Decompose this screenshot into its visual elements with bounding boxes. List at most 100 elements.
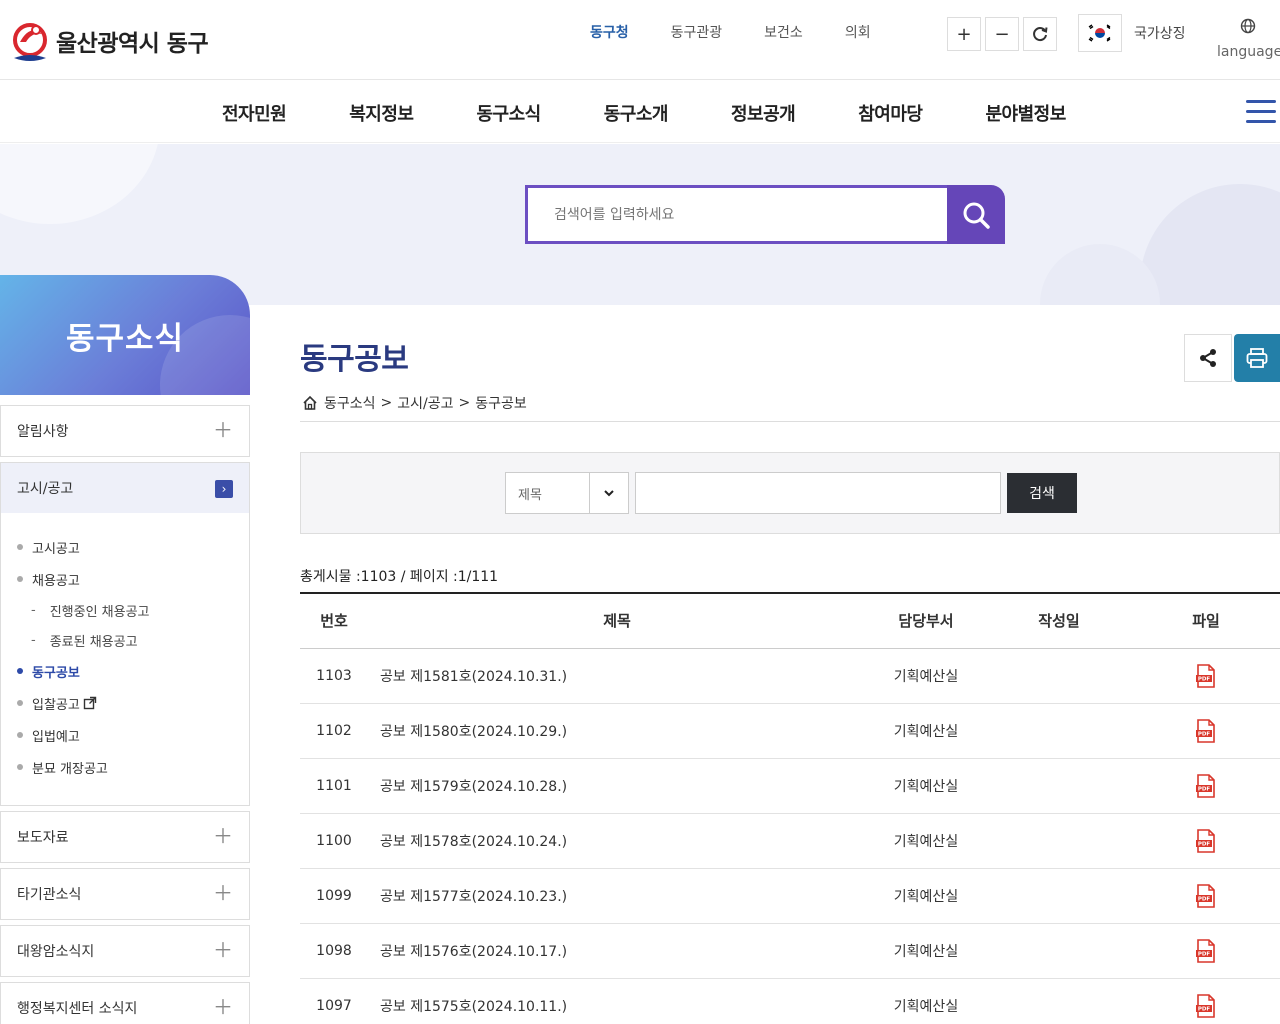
board-search-button[interactable]: 검색: [1007, 473, 1077, 513]
column-header: 파일: [1132, 592, 1280, 649]
sidebar-item-newsletter[interactable]: 대왕암소식지 ＋: [0, 925, 250, 977]
submenu-recruitment-closed[interactable]: - 종료된 채용공고: [1, 625, 249, 655]
cell-number: 1101: [300, 758, 368, 814]
home-icon[interactable]: [302, 395, 318, 411]
gnb-item-field-info[interactable]: 분야별정보: [986, 100, 1067, 126]
sidebar-item-label: 보도자료: [17, 830, 69, 846]
table-row[interactable]: 1098 공보 제1576호(2024.10.17.) 기획예산실 PDF: [300, 923, 1280, 979]
breadcrumb-item[interactable]: 동구소식: [324, 393, 376, 413]
plus-icon: ＋: [213, 881, 233, 905]
pdf-icon[interactable]: PDF: [1195, 663, 1217, 688]
table-row[interactable]: 1099 공보 제1577호(2024.10.23.) 기획예산실 PDF: [300, 868, 1280, 924]
svg-text:PDF: PDF: [1198, 1006, 1211, 1012]
submenu-recruitment-ongoing[interactable]: - 진행중인 채용공고: [1, 595, 249, 625]
post-title-link[interactable]: 공보 제1577호(2024.10.23.): [368, 868, 866, 924]
national-symbol-link[interactable]: 국가상징: [1078, 14, 1186, 52]
submenu-recruitment[interactable]: 채용공고: [1, 563, 249, 595]
gnb-item-participation[interactable]: 참여마당: [858, 100, 923, 126]
post-title-link[interactable]: 공보 제1579호(2024.10.28.): [368, 758, 866, 814]
search-button[interactable]: [947, 185, 1005, 244]
sidebar-item-label: 대왕암소식지: [17, 944, 95, 960]
refresh-icon: [1033, 27, 1048, 42]
gnb-item-civil-service[interactable]: 전자민원: [222, 100, 287, 126]
sidebar-item-label: 고시/공고: [17, 481, 74, 497]
cell-number: 1098: [300, 923, 368, 979]
sidebar-group-announcements: 고시/공고 › 고시공고 채용공고 - 진행중인 채용공고 - 종료된 채용공고 동…: [0, 462, 250, 806]
chevron-right-icon: ›: [215, 480, 233, 498]
table-row[interactable]: 1103 공보 제1581호(2024.10.31.) 기획예산실 PDF: [300, 648, 1280, 704]
pdf-icon[interactable]: PDF: [1195, 883, 1217, 908]
pdf-icon[interactable]: PDF: [1195, 773, 1217, 798]
zoom-reset-button[interactable]: [1023, 17, 1057, 51]
submenu-legislation[interactable]: 입법예고: [1, 719, 249, 751]
table-row[interactable]: 1100 공보 제1578호(2024.10.24.) 기획예산실 PDF: [300, 813, 1280, 869]
globe-icon: [1240, 18, 1256, 34]
sidebar-item-press[interactable]: 보도자료 ＋: [0, 811, 250, 863]
svg-text:PDF: PDF: [1198, 951, 1211, 957]
chevron-down-icon: [588, 473, 628, 513]
sidebar-item-notices[interactable]: 알림사항 ＋: [0, 405, 250, 457]
top-link-council[interactable]: 의회: [845, 22, 871, 42]
sidebar-title: 동구소식: [65, 321, 185, 357]
gnb-item-information[interactable]: 정보공개: [731, 100, 796, 126]
cell-date: [986, 813, 1132, 869]
hamburger-icon[interactable]: [1246, 100, 1276, 130]
share-button[interactable]: [1184, 334, 1232, 382]
print-button[interactable]: [1234, 334, 1280, 382]
main-navigation: 전자민원 복지정보 동구소식 동구소개 정보공개 참여마당 분야별정보: [0, 80, 1280, 143]
sidebar-item-label: 알림사항: [17, 424, 69, 440]
submenu-bid-notice[interactable]: 입찰공고: [1, 687, 249, 719]
select-value: 제목: [518, 487, 542, 503]
flag-icon: [1078, 14, 1122, 52]
table-row[interactable]: 1101 공보 제1579호(2024.10.28.) 기획예산실 PDF: [300, 758, 1280, 814]
post-title-link[interactable]: 공보 제1576호(2024.10.17.): [368, 923, 866, 979]
pdf-icon[interactable]: PDF: [1195, 828, 1217, 853]
logo-text: 울산광역시 동구: [56, 31, 209, 57]
column-header: 작성일: [986, 592, 1132, 649]
search-field-select[interactable]: 제목: [505, 472, 629, 514]
sidebar-item-announcements[interactable]: 고시/공고 ›: [1, 463, 249, 513]
submenu-gazette[interactable]: 동구공보: [1, 655, 249, 687]
search-input[interactable]: [525, 185, 947, 244]
column-header: 제목: [368, 592, 866, 649]
search-icon: [963, 202, 990, 229]
language-selector[interactable]: language: [1217, 18, 1280, 60]
top-link-tourism[interactable]: 동구관광: [671, 22, 723, 42]
cell-number: 1100: [300, 813, 368, 869]
top-link-district-office[interactable]: 동구청: [590, 22, 629, 42]
svg-text:PDF: PDF: [1198, 676, 1211, 682]
top-link-health-center[interactable]: 보건소: [764, 22, 803, 42]
cell-department: 기획예산실: [866, 813, 986, 869]
cell-date: [986, 758, 1132, 814]
page-title: 동구공보: [300, 342, 409, 377]
gnb-item-welfare[interactable]: 복지정보: [349, 100, 414, 126]
post-title-link[interactable]: 공보 제1581호(2024.10.31.): [368, 648, 866, 704]
sidebar-item-community-newsletter[interactable]: 행정복지센터 소식지 ＋: [0, 982, 250, 1024]
table-row[interactable]: 1102 공보 제1580호(2024.10.29.) 기획예산실 PDF: [300, 703, 1280, 759]
submenu-grave-relocation[interactable]: 분묘 개장공고: [1, 751, 249, 783]
sidebar-item-label: 타기관소식: [17, 887, 82, 903]
post-title-link[interactable]: 공보 제1580호(2024.10.29.): [368, 703, 866, 759]
pdf-icon[interactable]: PDF: [1195, 993, 1217, 1018]
zoom-in-button[interactable]: +: [947, 17, 981, 51]
site-logo[interactable]: 울산광역시 동구: [12, 20, 209, 62]
post-title-link[interactable]: 공보 제1575호(2024.10.11.): [368, 978, 866, 1024]
sidebar-item-label: 행정복지센터 소식지: [17, 1001, 138, 1017]
site-search: [525, 185, 1005, 244]
plus-icon: ＋: [213, 418, 233, 442]
zoom-out-button[interactable]: −: [985, 17, 1019, 51]
board-table: 번호 제목 담당부서 작성일 파일 1103 공보 제1581호(2024.10.…: [300, 592, 1280, 1024]
sidebar-item-other-agencies[interactable]: 타기관소식 ＋: [0, 868, 250, 920]
top-header: 울산광역시 동구 동구청 동구관광 보건소 의회 + − 국가상징 langua…: [0, 0, 1280, 80]
post-title-link[interactable]: 공보 제1578호(2024.10.24.): [368, 813, 866, 869]
gnb-item-introduction[interactable]: 동구소개: [604, 100, 669, 126]
pdf-icon[interactable]: PDF: [1195, 718, 1217, 743]
breadcrumb-item[interactable]: 고시/공고: [397, 393, 453, 413]
gnb-item-news[interactable]: 동구소식: [477, 100, 542, 126]
submenu-public-notice[interactable]: 고시공고: [1, 531, 249, 563]
pdf-icon[interactable]: PDF: [1195, 938, 1217, 963]
table-row[interactable]: 1097 공보 제1575호(2024.10.11.) 기획예산실 PDF: [300, 978, 1280, 1024]
cell-file: PDF: [1132, 758, 1280, 814]
keyword-input[interactable]: [635, 472, 1001, 514]
cell-file: PDF: [1132, 868, 1280, 924]
